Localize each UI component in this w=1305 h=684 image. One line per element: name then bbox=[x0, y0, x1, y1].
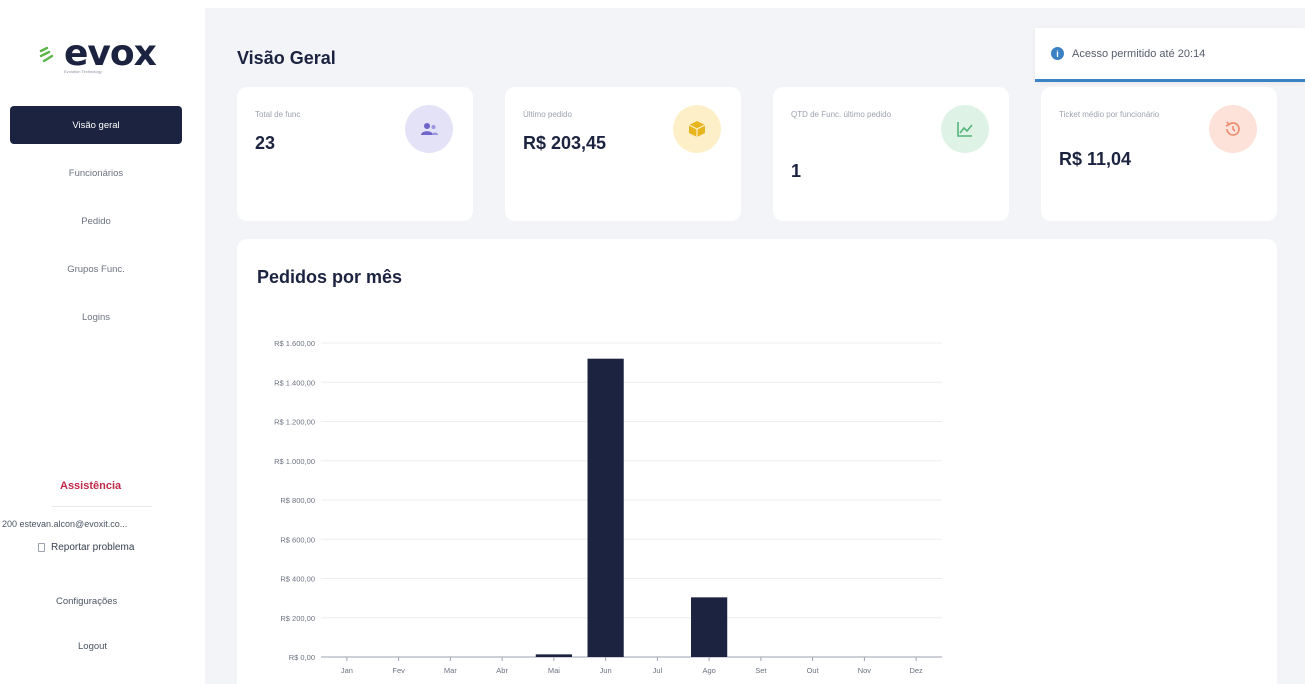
card-label: Ticket médio por funcionário bbox=[1059, 110, 1160, 119]
y-tick-label: R$ 1.000,00 bbox=[274, 457, 315, 466]
x-tick-label: Mar bbox=[444, 666, 457, 675]
main-content: Visão Geral i Acesso permitido até 20:14… bbox=[205, 8, 1305, 684]
x-tick-label: Fev bbox=[392, 666, 405, 675]
sidebar-item-funcionarios[interactable]: Funcionários bbox=[10, 154, 182, 192]
card-value: 1 bbox=[791, 161, 802, 181]
card-label: QTD de Func. último pedido bbox=[791, 110, 892, 119]
sidebar-item-visao-geral[interactable]: Visão geral bbox=[10, 106, 182, 144]
chart-panel: R$ 0,00 R$ 200,00 R$ 400,00 R$ 600,00 R$ 800… bbox=[237, 239, 1277, 684]
y-tick-label: R$ 400,00 bbox=[280, 575, 315, 584]
user-email: 200 estevan.alcon@evoxit.co... bbox=[2, 519, 128, 529]
card-total-func: Total de func 23 bbox=[237, 87, 473, 221]
sidebar-item-logins[interactable]: Logins bbox=[10, 298, 182, 336]
sidebar: evox Evolution Technology Visão geral Fu… bbox=[0, 0, 200, 684]
card-ultimo-pedido: Último pedido R$ 203,45 bbox=[505, 87, 741, 221]
info-icon: i bbox=[1051, 47, 1064, 60]
report-problem-button[interactable]: Reportar problema bbox=[38, 542, 134, 553]
orders-per-month-chart: R$ 0,00 R$ 200,00 R$ 400,00 R$ 600,00 R$ 800… bbox=[274, 339, 942, 675]
y-tick-label: R$ 200,00 bbox=[280, 614, 315, 623]
y-tick-label: R$ 600,00 bbox=[280, 535, 315, 544]
y-tick-label: R$ 0,00 bbox=[289, 653, 315, 662]
x-tick-label: Jun bbox=[600, 666, 612, 675]
users-icon bbox=[405, 105, 453, 153]
divider bbox=[52, 506, 152, 507]
sidebar-item-pedido[interactable]: Pedido bbox=[10, 202, 182, 240]
box-icon bbox=[673, 105, 721, 153]
sidebar-item-grupos-func[interactable]: Grupos Func. bbox=[10, 250, 182, 288]
card-qtd-func: QTD de Func. último pedido 1 bbox=[773, 87, 1009, 221]
x-tick-label: Abr bbox=[496, 666, 508, 675]
card-value: 23 bbox=[255, 133, 276, 153]
assistance-link[interactable]: Assistência bbox=[60, 480, 121, 492]
logo-text: evox bbox=[64, 33, 157, 74]
x-tick-label: Jul bbox=[653, 666, 663, 675]
toast-text: Acesso permitido até 20:14 bbox=[1072, 47, 1206, 60]
sidebar-nav: Visão geral Funcionários Pedido Grupos F… bbox=[0, 106, 200, 346]
x-tick-label: Out bbox=[807, 666, 820, 675]
card-value: R$ 203,45 bbox=[523, 133, 607, 153]
chart-line-icon bbox=[941, 105, 989, 153]
y-tick-label: R$ 1.400,00 bbox=[274, 378, 315, 387]
x-tick-label: Set bbox=[755, 666, 767, 675]
y-tick-label: R$ 1.600,00 bbox=[274, 339, 315, 348]
x-tick-label: Ago bbox=[702, 666, 715, 675]
x-tick-label: Nov bbox=[858, 666, 872, 675]
card-label: Total de func bbox=[255, 110, 301, 119]
report-problem-label: Reportar problema bbox=[51, 542, 135, 553]
logo-mark-icon bbox=[39, 46, 54, 63]
access-toast: i Acesso permitido até 20:14 bbox=[1035, 28, 1305, 82]
card-label: Último pedido bbox=[523, 110, 572, 119]
x-tick-label: Dez bbox=[909, 666, 923, 675]
bar-mai bbox=[535, 654, 572, 657]
trash-icon bbox=[38, 543, 45, 552]
card-ticket-medio: Ticket médio por funcionário R$ 11,04 bbox=[1041, 87, 1277, 221]
bar-jun bbox=[587, 358, 624, 657]
logo-tagline: Evolution Technology bbox=[64, 69, 102, 74]
x-tick-label: Mai bbox=[548, 666, 560, 675]
card-value: R$ 11,04 bbox=[1059, 149, 1132, 169]
history-icon bbox=[1209, 105, 1257, 153]
chart-title: Pedidos por mês bbox=[257, 267, 403, 287]
logout-button[interactable]: Logout bbox=[78, 641, 107, 652]
y-tick-label: R$ 800,00 bbox=[280, 496, 315, 505]
settings-link[interactable]: Configurações bbox=[56, 596, 117, 607]
page-title: Visão Geral bbox=[237, 48, 336, 68]
y-tick-label: R$ 1.200,00 bbox=[274, 418, 315, 427]
x-tick-label: Jan bbox=[341, 666, 353, 675]
bar-ago bbox=[691, 597, 728, 657]
